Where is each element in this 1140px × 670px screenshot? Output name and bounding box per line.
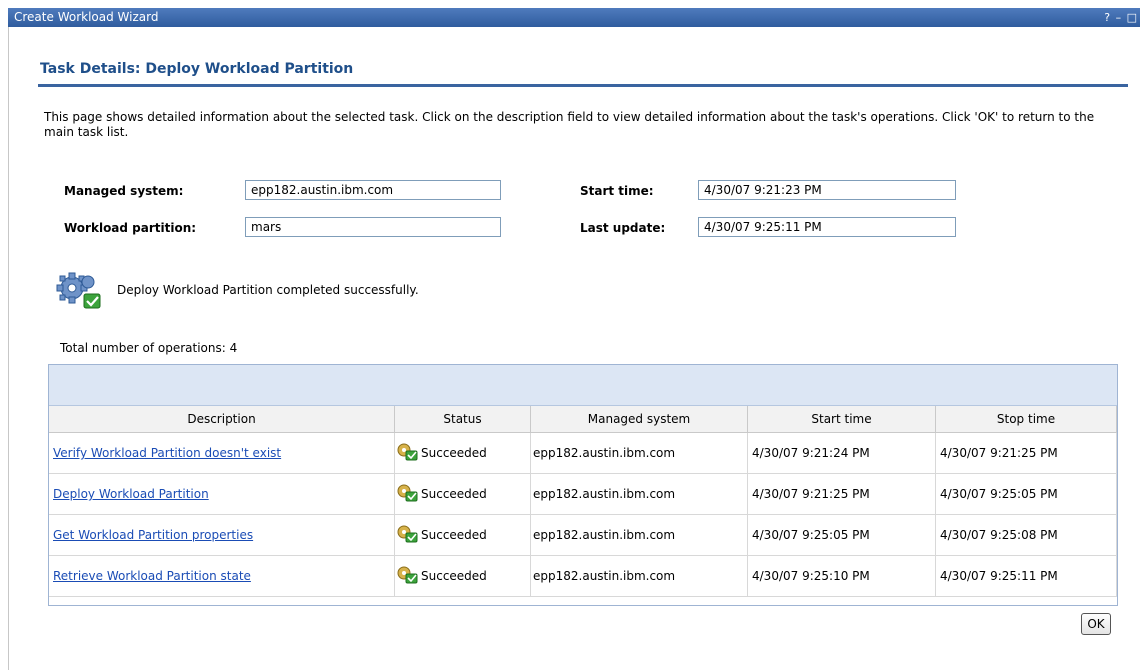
stop-time-cell: 4/30/07 9:21:25 PM bbox=[935, 432, 1117, 474]
start-time-cell: 4/30/07 9:21:24 PM bbox=[747, 432, 936, 474]
managed-system-field[interactable] bbox=[245, 180, 501, 200]
operation-link[interactable]: Deploy Workload Partition bbox=[53, 487, 209, 501]
status-cell: Succeeded bbox=[394, 555, 531, 597]
gear-check-icon bbox=[54, 270, 106, 318]
workload-partition-label: Workload partition: bbox=[64, 221, 197, 235]
table-toolbar bbox=[49, 365, 1117, 406]
table-row: Verify Workload Partition doesn't exist … bbox=[49, 432, 1117, 474]
workload-partition-field[interactable] bbox=[245, 217, 501, 237]
table-header-row: Description Status Managed system Start … bbox=[49, 406, 1117, 433]
operation-link[interactable]: Retrieve Workload Partition state bbox=[53, 569, 251, 583]
window-title: Create Workload Wizard bbox=[14, 10, 159, 24]
intro-text: This page shows detailed information abo… bbox=[44, 110, 1095, 139]
window-controls[interactable]: ? – □ bbox=[1104, 8, 1138, 27]
status-text: Succeeded bbox=[421, 445, 487, 460]
managed-system-cell: epp182.austin.ibm.com bbox=[530, 432, 748, 474]
start-time-cell: 4/30/07 9:25:10 PM bbox=[747, 555, 936, 597]
column-header-status[interactable]: Status bbox=[394, 406, 531, 433]
start-time-cell: 4/30/07 9:25:05 PM bbox=[747, 514, 936, 556]
start-time-label: Start time: bbox=[580, 184, 654, 198]
status-text: Succeeded bbox=[421, 527, 487, 542]
table-row: Deploy Workload Partition Succeeded epp1… bbox=[49, 473, 1117, 515]
description-cell: Deploy Workload Partition bbox=[49, 473, 395, 515]
operations-table: Description Status Managed system Start … bbox=[49, 406, 1117, 597]
status-message: Deploy Workload Partition completed succ… bbox=[117, 283, 419, 297]
column-header-managed-system[interactable]: Managed system bbox=[530, 406, 748, 433]
managed-system-label: Managed system: bbox=[64, 184, 184, 198]
title-bar: Create Workload Wizard ? – □ bbox=[8, 8, 1140, 27]
column-header-start-time[interactable]: Start time bbox=[747, 406, 936, 433]
stop-time-cell: 4/30/07 9:25:05 PM bbox=[935, 473, 1117, 515]
table-row: Get Workload Partition properties Succee… bbox=[49, 514, 1117, 556]
status-cell: Succeeded bbox=[394, 514, 531, 556]
status-text: Succeeded bbox=[421, 486, 487, 501]
managed-system-cell: epp182.austin.ibm.com bbox=[530, 473, 748, 515]
description-cell: Retrieve Workload Partition state bbox=[49, 555, 395, 597]
operation-link[interactable]: Get Workload Partition properties bbox=[53, 528, 253, 542]
heading-divider bbox=[38, 84, 1128, 87]
last-update-field[interactable] bbox=[698, 217, 956, 237]
operations-count: Total number of operations: 4 bbox=[60, 341, 238, 355]
success-icon bbox=[397, 484, 419, 505]
stop-time-cell: 4/30/07 9:25:08 PM bbox=[935, 514, 1117, 556]
start-time-field[interactable] bbox=[698, 180, 956, 200]
description-cell: Get Workload Partition properties bbox=[49, 514, 395, 556]
ok-button[interactable]: OK bbox=[1081, 613, 1111, 635]
operations-table-container: Description Status Managed system Start … bbox=[48, 364, 1118, 606]
start-time-cell: 4/30/07 9:21:25 PM bbox=[747, 473, 936, 515]
status-text: Succeeded bbox=[421, 568, 487, 583]
table-row: Retrieve Workload Partition state Succee… bbox=[49, 555, 1117, 597]
managed-system-cell: epp182.austin.ibm.com bbox=[530, 514, 748, 556]
stop-time-cell: 4/30/07 9:25:11 PM bbox=[935, 555, 1117, 597]
description-cell: Verify Workload Partition doesn't exist bbox=[49, 432, 395, 474]
success-icon bbox=[397, 566, 419, 587]
success-icon bbox=[397, 525, 419, 546]
status-cell: Succeeded bbox=[394, 473, 531, 515]
page-title: Task Details: Deploy Workload Partition bbox=[40, 61, 354, 77]
managed-system-cell: epp182.austin.ibm.com bbox=[530, 555, 748, 597]
column-header-stop-time[interactable]: Stop time bbox=[935, 406, 1117, 433]
status-cell: Succeeded bbox=[394, 432, 531, 474]
last-update-label: Last update: bbox=[580, 221, 666, 235]
operation-link[interactable]: Verify Workload Partition doesn't exist bbox=[53, 446, 281, 460]
column-header-description[interactable]: Description bbox=[49, 406, 395, 433]
window-border bbox=[8, 27, 9, 670]
wizard-window: Create Workload Wizard ? – □ Task Detail… bbox=[0, 0, 1140, 670]
success-icon bbox=[397, 443, 419, 464]
